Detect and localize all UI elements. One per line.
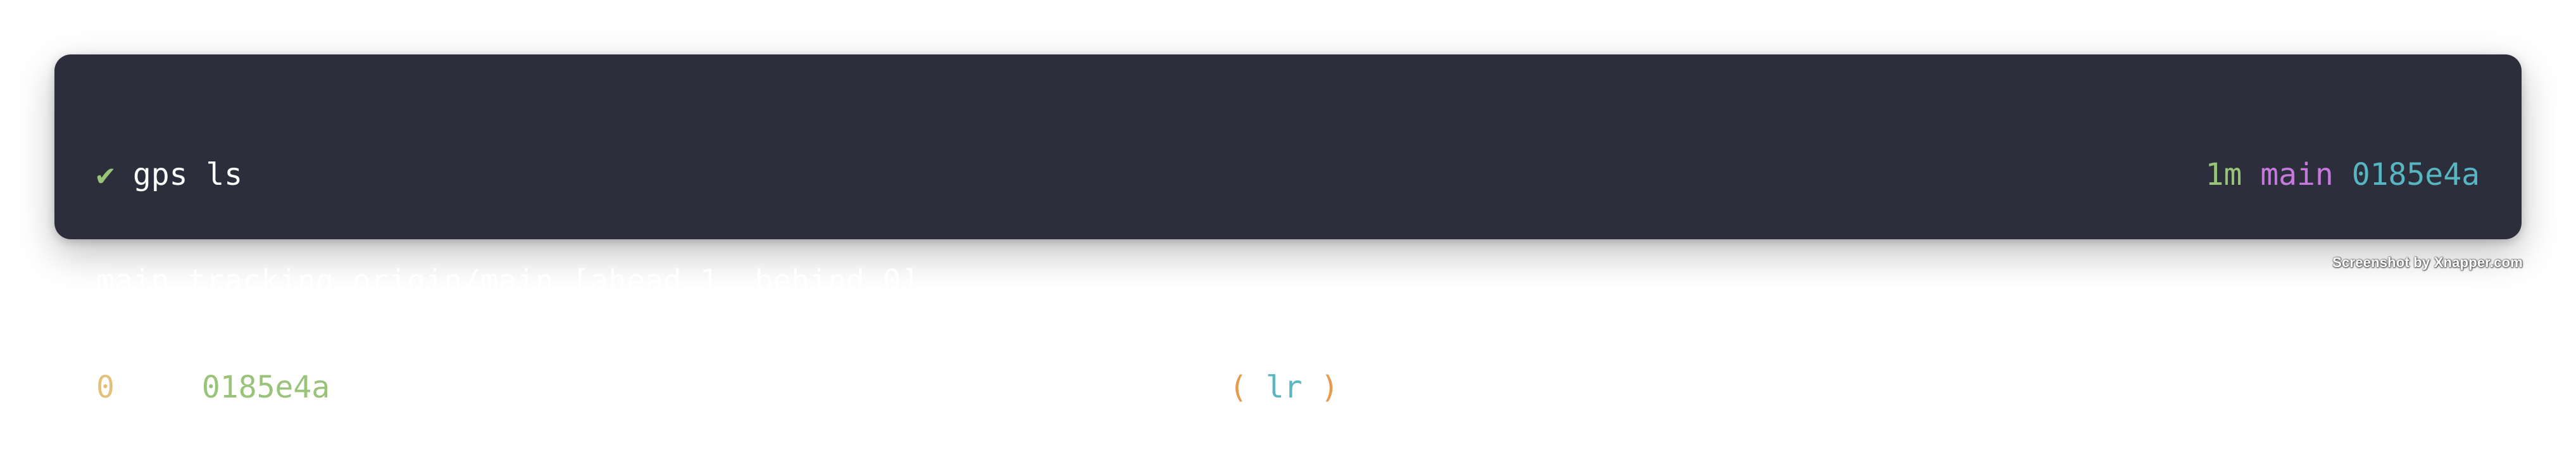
commit-row: 0 0185e4a Add foo() function ( lr ): [96, 370, 2480, 405]
prompt-status: 1m main 0185e4a: [2206, 157, 2480, 192]
commit-message: Add foo() function: [348, 370, 678, 405]
watermark: Screenshot by Xnapper.com: [2332, 254, 2523, 270]
commit-tag: ( lr ): [1229, 370, 1339, 405]
commit-sha: 0185e4a: [201, 370, 330, 405]
tag-paren-open: (: [1229, 370, 1247, 405]
tag-paren-close: ): [1320, 370, 1339, 405]
tag-label: lr: [1265, 370, 1303, 405]
head-sha: 0185e4a: [2351, 157, 2480, 192]
current-branch: main: [2260, 157, 2334, 192]
tracking-text: main tracking origin/main [ahead 1, behi…: [96, 263, 920, 299]
success-check-icon: ✔: [96, 157, 115, 192]
prompt-line: ✔ gps ls 1m main 0185e4a: [96, 157, 2480, 192]
elapsed-time: 1m: [2205, 157, 2242, 192]
command-text: gps ls: [132, 157, 243, 192]
tracking-line: main tracking origin/main [ahead 1, behi…: [96, 263, 2480, 299]
terminal-window: ✔ gps ls 1m main 0185e4a main tracking or…: [54, 54, 2522, 405]
terminal-output: ✔ gps ls 1m main 0185e4a main tracking or…: [96, 86, 2480, 476]
commit-index: 0: [96, 370, 115, 405]
